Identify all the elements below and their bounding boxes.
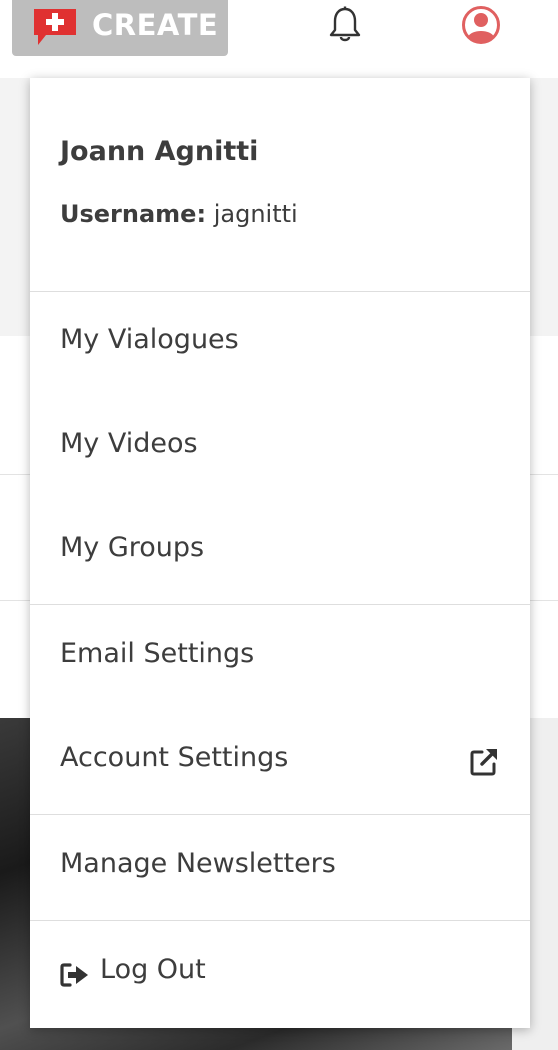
menu-divider xyxy=(30,814,530,815)
menu-item-label: Email Settings xyxy=(60,638,255,669)
menu-item-log-out[interactable]: Log Out xyxy=(30,924,530,1024)
menu-item-label: Log Out xyxy=(100,954,206,985)
user-info-header: Joann Agnitti Username: jagnitti xyxy=(30,78,530,291)
create-label: CREATE xyxy=(92,8,219,42)
username-line: Username: jagnitti xyxy=(60,200,298,228)
user-circle-icon[interactable] xyxy=(461,5,501,45)
user-dropdown-menu: Joann Agnitti Username: jagnitti My Vial… xyxy=(30,78,530,1028)
top-bar: CREATE xyxy=(0,0,558,78)
menu-item-account-settings[interactable]: Account Settings xyxy=(30,712,530,812)
menu-item-my-groups[interactable]: My Groups xyxy=(30,502,530,602)
sign-out-icon xyxy=(60,963,88,987)
username-label: Username: xyxy=(60,200,207,228)
menu-item-my-vialogues[interactable]: My Vialogues xyxy=(30,294,530,394)
menu-item-label: My Vialogues xyxy=(60,324,239,355)
menu-divider xyxy=(30,291,530,292)
menu-item-manage-newsletters[interactable]: Manage Newsletters xyxy=(30,818,530,918)
page: CREATE Joann Agnitti Username: jagnitti … xyxy=(0,0,558,1050)
menu-item-label: My Groups xyxy=(60,532,205,563)
menu-item-label: My Videos xyxy=(60,428,198,459)
menu-divider xyxy=(30,604,530,605)
user-full-name: Joann Agnitti xyxy=(60,136,259,167)
menu-item-my-videos[interactable]: My Videos xyxy=(30,398,530,498)
bell-icon[interactable] xyxy=(327,6,363,44)
menu-item-label: Manage Newsletters xyxy=(60,848,336,879)
external-link-icon xyxy=(470,749,497,776)
create-speech-plus-icon xyxy=(34,9,76,45)
menu-item-label: Account Settings xyxy=(60,742,289,773)
menu-divider xyxy=(30,920,530,921)
create-button[interactable]: CREATE xyxy=(12,0,228,56)
username-value: jagnitti xyxy=(213,200,298,228)
menu-item-email-settings[interactable]: Email Settings xyxy=(30,608,530,708)
